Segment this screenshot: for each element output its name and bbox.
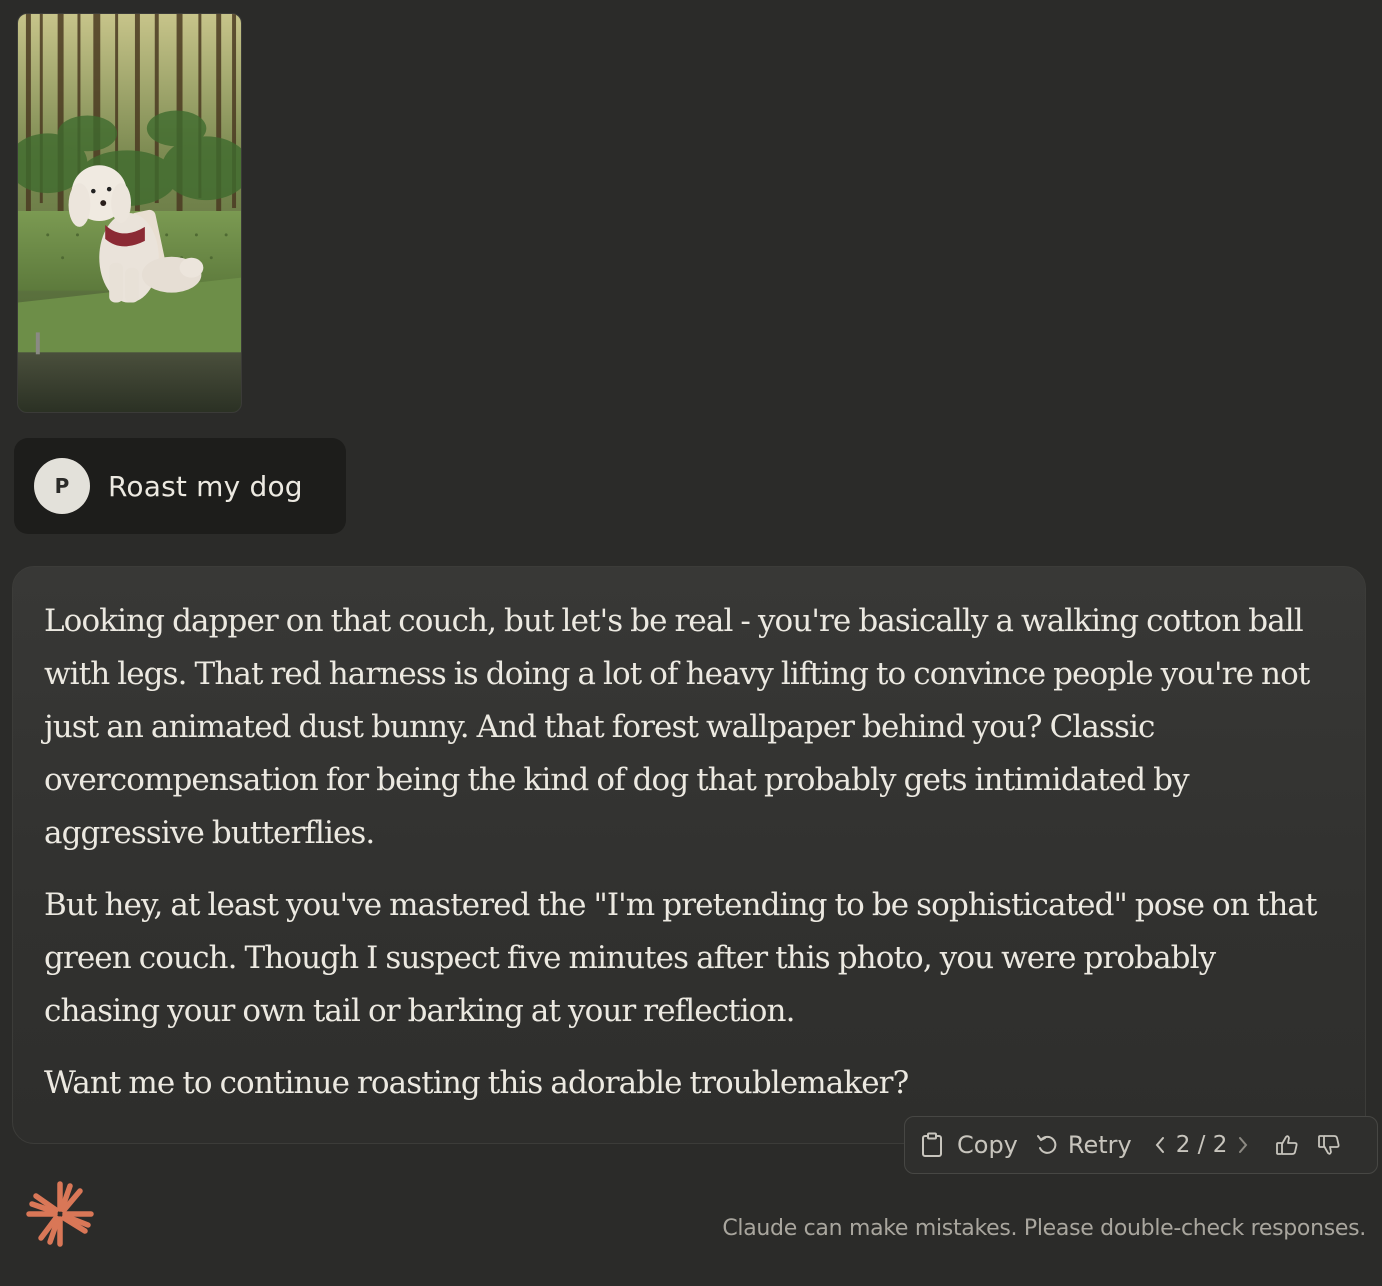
uploaded-dog-photo[interactable] xyxy=(17,13,242,413)
retry-label: Retry xyxy=(1067,1131,1132,1159)
copy-button[interactable]: Copy xyxy=(921,1131,1018,1159)
user-message: P Roast my dog xyxy=(14,438,346,534)
response-paragraph: Looking dapper on that couch, but let's … xyxy=(44,603,1310,851)
response-paragraph: Want me to continue roasting this adorab… xyxy=(44,1065,909,1101)
thumbs-up-icon[interactable] xyxy=(1275,1134,1299,1156)
response-pager: 2 / 2 xyxy=(1154,1132,1250,1158)
user-avatar: P xyxy=(34,458,90,514)
pager-count: 2 / 2 xyxy=(1175,1132,1228,1158)
thumbs-down-icon[interactable] xyxy=(1317,1134,1341,1156)
disclaimer-text: Claude can make mistakes. Please double-… xyxy=(722,1216,1366,1241)
dog-photo-image xyxy=(18,14,241,412)
feedback-buttons xyxy=(1275,1134,1341,1156)
copy-label: Copy xyxy=(957,1131,1018,1159)
response-paragraph: But hey, at least you've mastered the "I… xyxy=(44,887,1317,1029)
assistant-response: Looking dapper on that couch, but let's … xyxy=(12,566,1366,1144)
claude-logo-icon xyxy=(26,1180,94,1248)
user-message-text: Roast my dog xyxy=(108,469,303,503)
clipboard-icon xyxy=(921,1132,943,1158)
response-actions-bar: Copy Retry 2 / 2 xyxy=(904,1116,1378,1174)
retry-button[interactable]: Retry xyxy=(1036,1131,1132,1159)
retry-icon xyxy=(1036,1134,1058,1156)
chevron-left-icon[interactable] xyxy=(1154,1135,1166,1155)
chevron-right-icon[interactable] xyxy=(1237,1135,1249,1155)
